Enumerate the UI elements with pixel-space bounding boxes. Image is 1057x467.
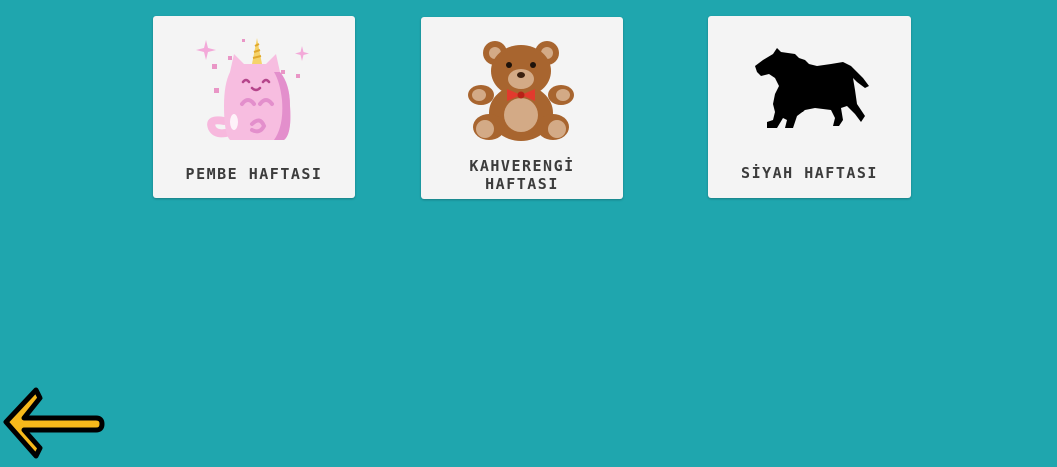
horse-silhouette-icon [708, 16, 911, 156]
brown-week-label-line2: HAFTASI [485, 175, 559, 193]
black-week-label: SİYAH HAFTASI [741, 164, 878, 182]
teddy-bear-icon [421, 17, 623, 157]
brown-week-label: KAHVERENGİ HAFTASI [421, 157, 623, 193]
pink-week-label: PEMBE HAFTASI [185, 165, 323, 183]
unicorn-cat-icon [153, 16, 355, 156]
black-week-card[interactable]: SİYAH HAFTASI [708, 16, 911, 198]
back-arrow-icon [3, 387, 105, 459]
back-button[interactable] [0, 384, 106, 463]
brown-week-label-line1: KAHVERENGİ [469, 157, 575, 175]
brown-week-card[interactable]: KAHVERENGİ HAFTASI [421, 17, 623, 199]
pink-week-card[interactable]: PEMBE HAFTASI [153, 16, 355, 198]
